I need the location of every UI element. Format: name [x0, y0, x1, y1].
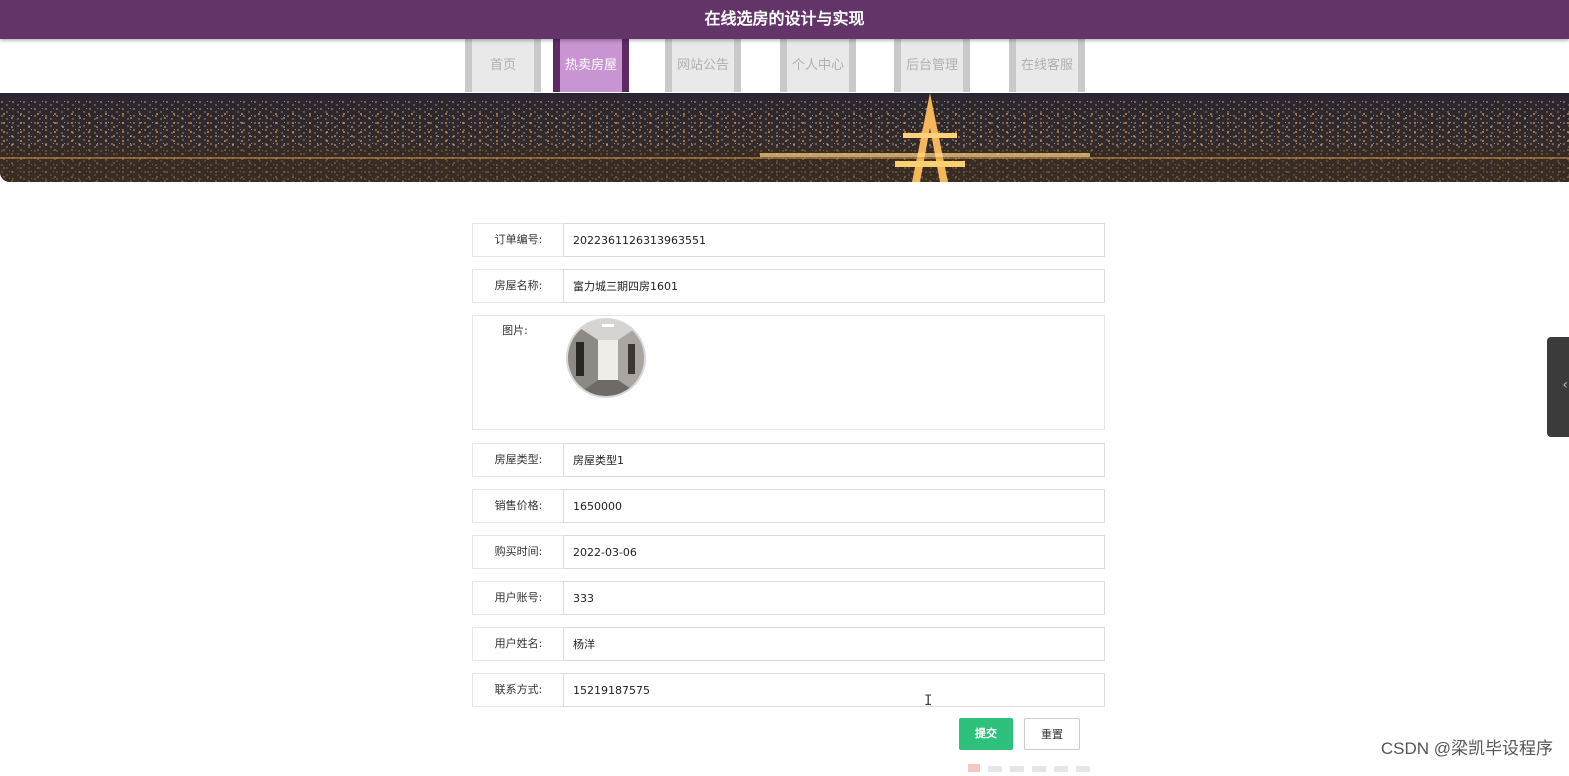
city-night-banner — [0, 93, 1569, 182]
page-header: 在线选房的设计与实现 — [0, 0, 1569, 39]
image-label: 图片: — [502, 324, 528, 337]
house-name-field[interactable]: 富力城三期四房1601 — [563, 269, 1105, 303]
nav-hot-houses[interactable]: 热卖房屋 — [553, 39, 629, 92]
row-contact: 联系方式: 15219187575 — [472, 673, 1105, 707]
order-no-label: 订单编号: — [472, 223, 564, 257]
price-field[interactable]: 1650000 — [563, 489, 1105, 523]
reset-button[interactable]: 重置 — [1024, 718, 1080, 750]
nav-announcements[interactable]: 网站公告 — [665, 39, 741, 92]
chevron-left-icon: ‹ — [1562, 377, 1568, 393]
nav-home[interactable]: 首页 — [465, 39, 541, 92]
side-drawer-handle[interactable]: ‹ — [1547, 337, 1569, 437]
site-title: 在线选房的设计与实现 — [704, 9, 865, 28]
row-user-account: 用户账号: 333 — [472, 581, 1105, 615]
text-cursor-icon: I — [924, 693, 933, 709]
contact-field[interactable]: 15219187575 — [563, 673, 1105, 707]
nav-admin[interactable]: 后台管理 — [894, 39, 970, 92]
purchase-date-field[interactable]: 2022-03-06 — [563, 535, 1105, 569]
house-type-label: 房屋类型: — [472, 443, 564, 477]
row-purchase-date: 购买时间: 2022-03-06 — [472, 535, 1105, 569]
csdn-watermark: CSDN @梁凯毕设程序 — [1380, 739, 1553, 758]
submit-button[interactable]: 提交 — [959, 718, 1013, 750]
row-price: 销售价格: 1650000 — [472, 489, 1105, 523]
nav-personal-center[interactable]: 个人中心 — [780, 39, 856, 92]
order-no-field[interactable]: 2022361126313963551 — [563, 223, 1105, 257]
contact-label: 联系方式: — [472, 673, 564, 707]
house-image[interactable] — [566, 318, 646, 398]
user-account-field[interactable]: 333 — [563, 581, 1105, 615]
purchase-date-label: 购买时间: — [472, 535, 564, 569]
price-label: 销售价格: — [472, 489, 564, 523]
user-account-label: 用户账号: — [472, 581, 564, 615]
row-order-no: 订单编号: 2022361126313963551 — [472, 223, 1105, 257]
user-name-field[interactable]: 杨洋 — [563, 627, 1105, 661]
row-house-type: 房屋类型: 房屋类型1 — [472, 443, 1105, 477]
house-name-label: 房屋名称: — [472, 269, 564, 303]
main-nav: 首页 热卖房屋 网站公告 个人中心 后台管理 在线客服 — [0, 39, 1569, 93]
nav-online-service[interactable]: 在线客服 — [1009, 39, 1085, 92]
row-house-name: 房屋名称: 富力城三期四房1601 — [472, 269, 1105, 303]
partial-toolbar — [966, 757, 1141, 772]
row-user-name: 用户姓名: 杨洋 — [472, 627, 1105, 661]
house-type-field[interactable]: 房屋类型1 — [563, 443, 1105, 477]
row-image: 图片: — [472, 315, 1105, 430]
user-name-label: 用户姓名: — [472, 627, 564, 661]
